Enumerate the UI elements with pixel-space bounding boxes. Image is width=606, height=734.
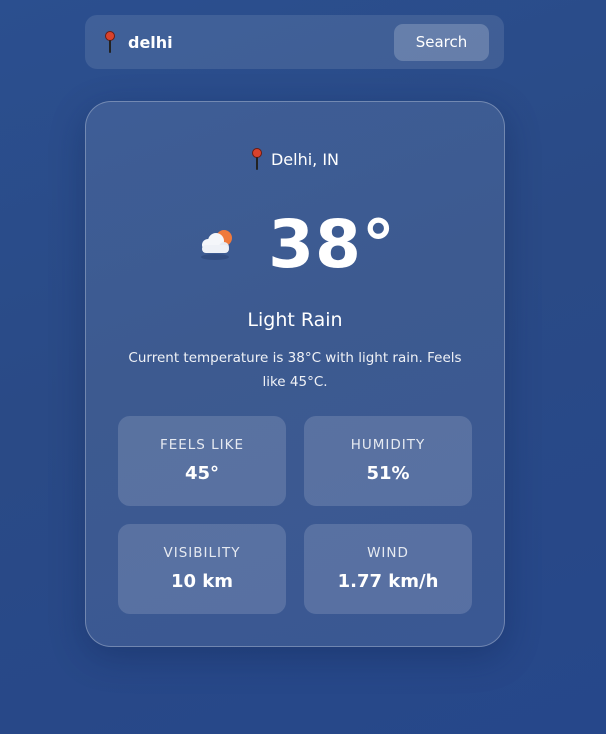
search-input[interactable] (128, 27, 394, 57)
search-bar: Search (85, 15, 504, 69)
feels-like-tile: FEELS LIKE 45° (118, 416, 286, 506)
feels-like-label: FEELS LIKE (159, 437, 245, 453)
wind-label: WIND (367, 545, 409, 561)
humidity-tile: HUMIDITY 51% (304, 416, 472, 506)
visibility-label: VISIBILITY (163, 545, 241, 561)
weather-condition: Light Rain (247, 309, 343, 331)
temperature-row: 38° (86, 212, 504, 278)
location-pin-icon (251, 148, 263, 170)
location-pin-icon (104, 31, 116, 53)
cloud-sun-icon (201, 230, 233, 260)
weather-card: Delhi, IN 38° Light Rain Current tempera… (85, 101, 505, 647)
wind-value: 1.77 km/h (337, 571, 439, 592)
location-name: Delhi, IN (270, 149, 340, 169)
feels-like-value: 45° (184, 463, 220, 484)
weather-description: Current temperature is 38°C with light r… (128, 350, 462, 390)
humidity-label: HUMIDITY (350, 437, 426, 453)
visibility-tile: VISIBILITY 10 km (118, 524, 286, 614)
visibility-value: 10 km (170, 571, 234, 592)
location-row: Delhi, IN (86, 148, 504, 170)
search-button[interactable]: Search (394, 23, 489, 61)
wind-tile: WIND 1.77 km/h (304, 524, 472, 614)
humidity-value: 51% (366, 463, 410, 484)
current-temperature: 38° (268, 206, 396, 283)
